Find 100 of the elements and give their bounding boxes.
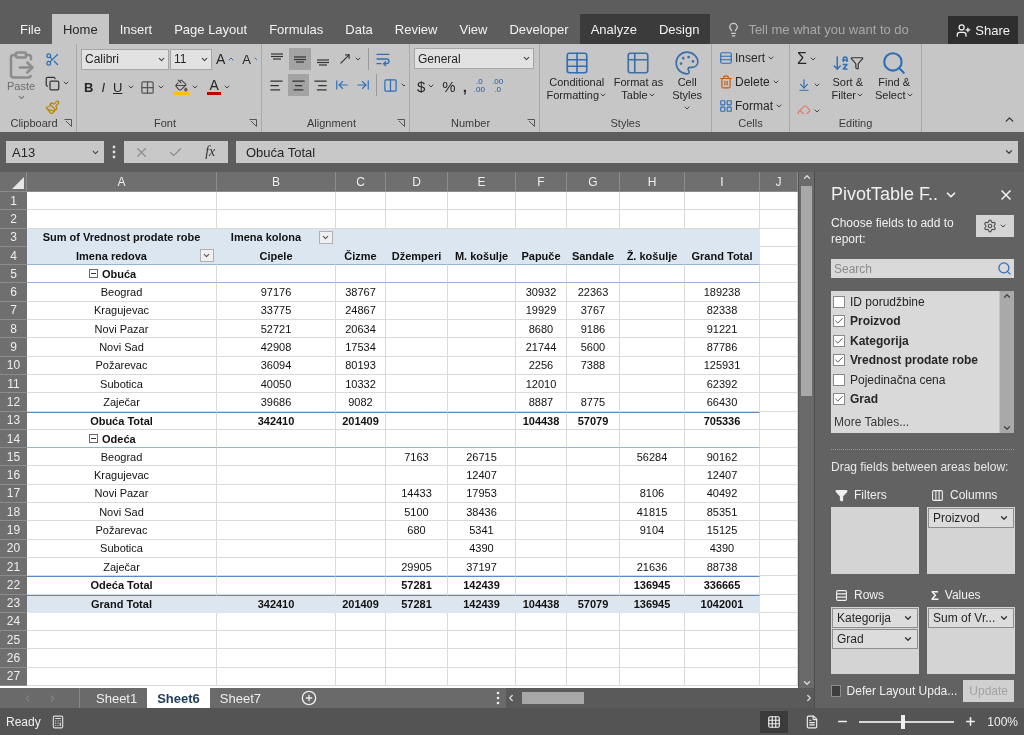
share-button[interactable]: Share bbox=[948, 16, 1018, 44]
row-header[interactable]: 26 bbox=[0, 649, 27, 668]
row-header[interactable]: 1 bbox=[0, 192, 27, 211]
decrease-decimal-button[interactable]: .00 .0 bbox=[489, 75, 507, 97]
table-cell: 56284 bbox=[620, 448, 685, 467]
column-header[interactable]: H bbox=[620, 172, 685, 192]
row-header[interactable]: 18 bbox=[0, 503, 27, 522]
table-cell: 9104 bbox=[620, 521, 685, 540]
row-header[interactable]: 6 bbox=[0, 283, 27, 302]
comma-button[interactable]: , bbox=[459, 75, 470, 97]
column-header[interactable]: F bbox=[516, 172, 567, 192]
row-header[interactable]: 15 bbox=[0, 448, 27, 467]
table-cell: 5600 bbox=[567, 338, 620, 357]
column-header[interactable]: E bbox=[448, 172, 516, 192]
editing-button[interactable]: Sort & Filter bbox=[825, 48, 871, 104]
currency-button[interactable]: $ bbox=[414, 75, 439, 97]
instruction-text: Choose fields to add to report: bbox=[831, 215, 955, 247]
cells-button[interactable]: Delete bbox=[716, 72, 785, 92]
ribbon-tab[interactable]: Developer bbox=[498, 14, 580, 44]
pane-title: PivotTable F.. bbox=[831, 184, 939, 205]
row-header[interactable]: 25 bbox=[0, 631, 27, 650]
table-cell: 680 bbox=[386, 521, 448, 540]
table-cell: 42908 bbox=[217, 338, 336, 357]
ribbon-tab[interactable]: Insert bbox=[108, 14, 164, 44]
style-button[interactable]: Format as Table bbox=[609, 48, 668, 104]
sheet-tab[interactable]: Sheet1 bbox=[86, 688, 148, 708]
table-cell: 97176 bbox=[217, 283, 336, 302]
column-header[interactable]: A bbox=[27, 172, 217, 192]
field-button[interactable]: Kategorija bbox=[832, 608, 918, 628]
table-cell: Požarevac bbox=[27, 521, 217, 540]
table-cell: Novi Pazar bbox=[27, 320, 217, 339]
area-label: Rows bbox=[854, 588, 884, 602]
row-header[interactable]: 9 bbox=[0, 338, 27, 357]
field-label: Proizvod bbox=[850, 314, 901, 329]
table-cell: Beograd bbox=[27, 283, 217, 302]
table-cell: 90162 bbox=[685, 448, 760, 467]
table-cell: 142439 bbox=[448, 576, 516, 595]
italic-button[interactable]: I bbox=[98, 76, 108, 98]
column-header[interactable]: D bbox=[386, 172, 448, 192]
group-label: Alignment bbox=[306, 117, 357, 129]
table-cell: 22363 bbox=[567, 283, 620, 302]
group-label: Editing bbox=[837, 117, 874, 129]
insert-function-button[interactable]: fx bbox=[202, 144, 219, 160]
row-header[interactable]: 2 bbox=[0, 210, 27, 229]
search-field[interactable]: Search bbox=[831, 259, 995, 278]
row-header[interactable]: 12 bbox=[0, 393, 27, 412]
editing-button[interactable]: Find & Select bbox=[871, 48, 917, 104]
more-tables-link[interactable]: More Tables... bbox=[833, 415, 999, 429]
bold-button[interactable]: B bbox=[81, 76, 97, 98]
formula-field[interactable]: Obuća Total bbox=[236, 141, 1018, 163]
font-color-button[interactable]: A bbox=[204, 76, 234, 98]
ribbon-tab[interactable]: Analyze bbox=[579, 14, 648, 44]
table-cell: 5341 bbox=[448, 521, 516, 540]
style-button[interactable]: Conditional Formatting bbox=[544, 48, 610, 104]
row-header[interactable]: 19 bbox=[0, 521, 27, 540]
table-cell: 26715 bbox=[448, 448, 516, 467]
ribbon-tab[interactable]: Page Layout bbox=[163, 14, 259, 44]
ribbon-tab[interactable]: Design bbox=[647, 14, 711, 44]
field-button[interactable]: Grad bbox=[832, 629, 918, 649]
column-header[interactable]: B bbox=[217, 172, 336, 192]
cells-button[interactable]: Insert bbox=[716, 48, 785, 68]
percent-button[interactable]: % bbox=[439, 75, 459, 97]
table-cell: 9186 bbox=[567, 320, 620, 339]
field-button[interactable]: Proizvod bbox=[928, 508, 1014, 528]
row-header[interactable]: 16 bbox=[0, 466, 27, 485]
column-header[interactable]: I bbox=[685, 172, 760, 192]
underline-button[interactable]: U bbox=[110, 76, 126, 98]
increase-decimal-button[interactable]: .0 .00 bbox=[470, 75, 488, 97]
table-cell: Beograd bbox=[27, 448, 217, 467]
font-family-dropdown[interactable]: Calibri bbox=[81, 48, 169, 70]
table-cell: 7163 bbox=[386, 448, 448, 467]
column-header[interactable]: J bbox=[760, 172, 798, 192]
ribbon-tab[interactable]: Review bbox=[383, 14, 449, 44]
table-cell: 41815 bbox=[620, 503, 685, 522]
ribbon-tab[interactable]: Formulas bbox=[258, 14, 335, 44]
ribbon-tab[interactable]: File bbox=[9, 14, 52, 44]
field-button[interactable]: Sum of Vr... bbox=[928, 608, 1014, 628]
ribbon-tab[interactable]: View bbox=[448, 14, 499, 44]
grow-font-button[interactable]: A bbox=[213, 48, 239, 70]
shrink-font-button[interactable]: A bbox=[239, 48, 257, 70]
sheet-tab[interactable]: Sheet6 bbox=[147, 688, 210, 708]
cells-button[interactable]: Format bbox=[716, 96, 785, 114]
table-cell: Kragujevac bbox=[27, 466, 217, 485]
sheet-tab[interactable]: Sheet7 bbox=[209, 688, 272, 708]
number-format-dropdown[interactable]: General bbox=[414, 48, 534, 69]
table-cell: 87786 bbox=[685, 338, 760, 357]
column-header[interactable]: G bbox=[567, 172, 620, 192]
row-header[interactable]: 8 bbox=[0, 320, 27, 339]
style-button[interactable]: Cell Styles bbox=[667, 48, 707, 114]
ribbon-tab[interactable]: Data bbox=[334, 14, 384, 44]
row-header[interactable]: 5 bbox=[0, 265, 27, 284]
paste-button[interactable]: Paste bbox=[4, 48, 38, 104]
row-header[interactable]: 22 bbox=[0, 576, 27, 595]
tell-me-field[interactable]: Tell me what you want to do bbox=[746, 20, 947, 38]
autosum-button[interactable]: Σ bbox=[794, 48, 824, 70]
font-size-dropdown[interactable]: 11 bbox=[170, 48, 212, 70]
name-box[interactable]: A13 bbox=[6, 141, 104, 163]
group-label: Styles bbox=[609, 117, 642, 129]
column-header[interactable]: C bbox=[336, 172, 386, 192]
ribbon-tab[interactable]: Home bbox=[51, 14, 109, 44]
